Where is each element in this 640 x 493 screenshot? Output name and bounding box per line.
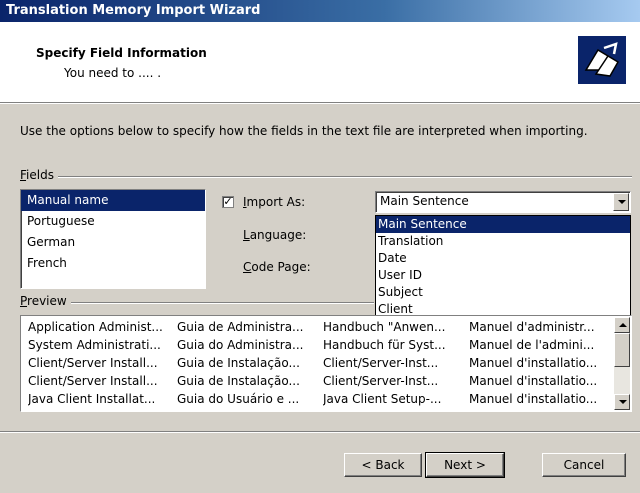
dropdown-option[interactable]: Main Sentence: [376, 216, 630, 233]
import-as-checkbox[interactable]: ✓: [222, 196, 234, 208]
table-cell: System Administrati...: [28, 338, 161, 352]
field-item[interactable]: Portuguese: [21, 211, 205, 232]
page-subtitle: You need to .... .: [64, 66, 162, 80]
table-cell: Client/Server-Inst...: [323, 356, 439, 370]
wizard-logo-icon: [578, 36, 626, 84]
table-cell: Guia do Administra...: [177, 338, 304, 352]
table-cell: Guia de Instalação...: [177, 374, 300, 388]
chevron-up-icon: [619, 323, 627, 327]
window-title: Translation Memory Import Wizard: [0, 0, 640, 22]
field-item[interactable]: German: [21, 232, 205, 253]
field-item[interactable]: French: [21, 253, 205, 274]
table-cell: Guia do Usuário e ...: [177, 392, 300, 406]
import-as-label: Import As:: [243, 195, 306, 209]
table-cell: Client/Server Install...: [28, 356, 158, 370]
table-cell: Guia de Instalação...: [177, 356, 300, 370]
table-cell: Manuel de l'admini...: [469, 338, 595, 352]
chevron-down-icon: [618, 200, 626, 204]
fields-listbox[interactable]: Manual name Portuguese German French: [20, 189, 206, 289]
cancel-button[interactable]: Cancel: [542, 453, 626, 477]
back-button[interactable]: < Back: [344, 453, 422, 477]
table-cell: Application Administ...: [28, 320, 163, 334]
field-item[interactable]: Manual name: [21, 190, 205, 211]
chevron-down-icon: [619, 400, 627, 404]
next-button[interactable]: Next >: [425, 452, 505, 478]
instructions-text: Use the options below to specify how the…: [20, 124, 588, 138]
table-cell: Guia de Administra...: [177, 320, 304, 334]
table-cell: Manuel d'installatio...: [469, 356, 598, 370]
fields-group-label: Fields: [20, 168, 58, 182]
import-as-value: Main Sentence: [380, 194, 469, 208]
table-cell: Manuel d'administr...: [469, 320, 595, 334]
wizard-header: Specify Field Information You need to ..…: [0, 22, 640, 103]
scroll-thumb[interactable]: [614, 333, 630, 367]
preview-table[interactable]: Application Administ... Guia de Administ…: [20, 315, 632, 412]
table-cell: Client/Server-Inst...: [323, 374, 439, 388]
import-as-select[interactable]: Main Sentence: [375, 191, 631, 213]
fields-group-line: [20, 176, 632, 178]
preview-group-label: Preview: [20, 294, 71, 308]
dropdown-option[interactable]: User ID: [376, 267, 630, 284]
preview-group-line: [20, 302, 374, 304]
table-cell: Handbuch "Anwen...: [323, 320, 446, 334]
table-cell: Manuel d'installatio...: [469, 374, 598, 388]
table-cell: Client/Server Install...: [28, 374, 158, 388]
table-cell: Handbuch für Syst...: [323, 338, 446, 352]
import-as-dropdown-list[interactable]: Main Sentence Translation Date User ID S…: [375, 215, 631, 319]
preview-scrollbar[interactable]: [614, 317, 630, 410]
table-cell: Java Client Setup-...: [323, 392, 442, 406]
language-label: Language:: [243, 228, 307, 242]
dropdown-option[interactable]: Translation: [376, 233, 630, 250]
dropdown-option[interactable]: Subject: [376, 284, 630, 301]
dropdown-arrow-button[interactable]: [613, 193, 629, 211]
dropdown-option[interactable]: Date: [376, 250, 630, 267]
page-title: Specify Field Information: [36, 46, 207, 60]
scroll-down-button[interactable]: [614, 394, 630, 410]
table-cell: Manuel d'installatio...: [469, 392, 598, 406]
code-page-label: Code Page:: [243, 260, 311, 274]
table-cell: Java Client Installat...: [28, 392, 156, 406]
footer-divider: [0, 431, 640, 433]
header-divider: [0, 103, 640, 104]
scroll-up-button[interactable]: [614, 317, 630, 333]
